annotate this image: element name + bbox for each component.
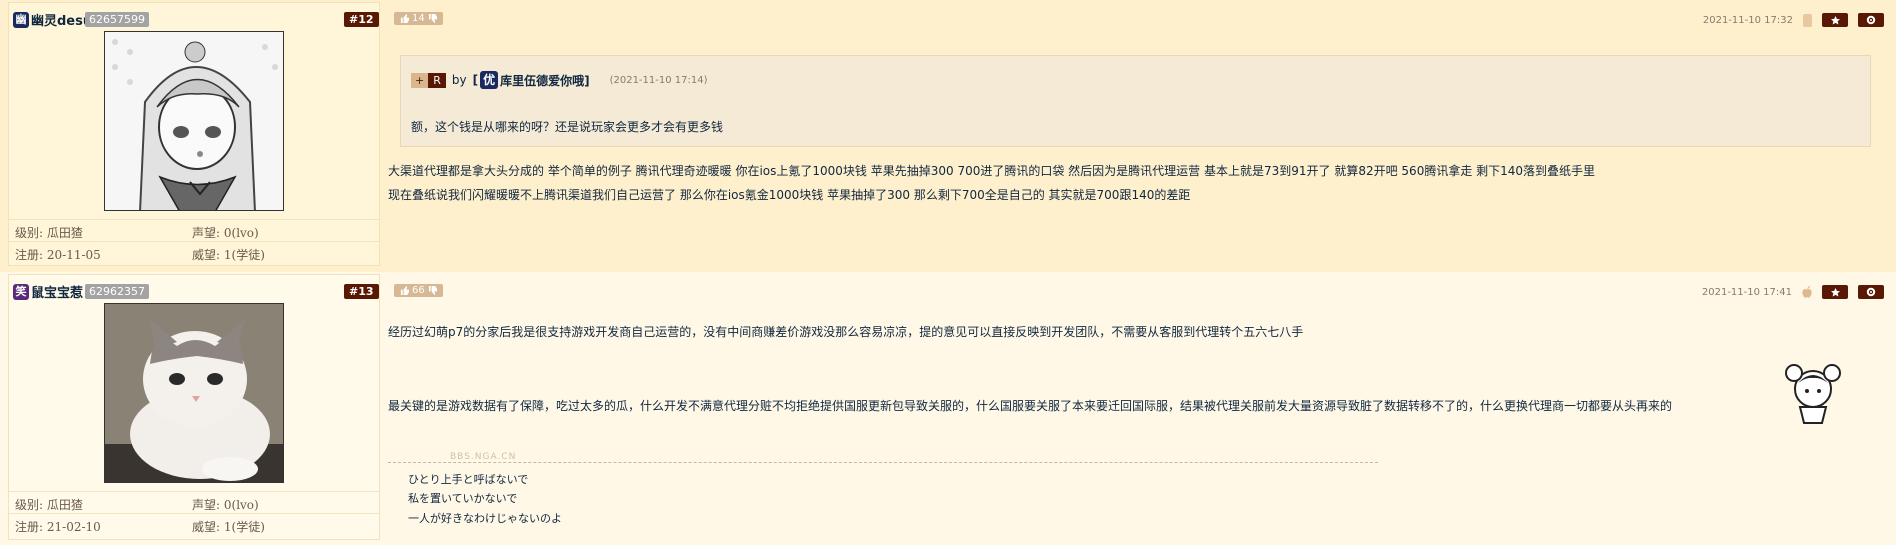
post-body-line: 经历过幻萌p7的分家后我是很支持游戏开发商自己运营的，没有中间商赚差价游戏没那么… xyxy=(388,325,1304,339)
signature-line: ひとり上手と呼ばないで xyxy=(408,473,529,486)
username-link[interactable]: 幽 幽灵desu xyxy=(13,10,92,29)
quoted-user-link[interactable]: [ 优 库里伍德爱你哦] xyxy=(473,71,590,89)
level-label: 级别: xyxy=(15,226,44,240)
post-12: 幽 幽灵desu 62657599 #12 级别: 瓜田猹 声望: 0(lvo)… xyxy=(0,0,1896,272)
upvote-button[interactable]: 66 xyxy=(394,284,443,297)
thumb-up-icon xyxy=(400,14,409,23)
post-content: 66 2021-11-10 17:41 经历过幻萌p7的分家后我是很支持游戏开发… xyxy=(388,272,1896,545)
user-id-badge[interactable]: 62657599 xyxy=(85,12,149,27)
level-value: 瓜田猹 xyxy=(46,226,83,240)
quoted-username[interactable]: 库里伍德爱你哦] xyxy=(500,72,590,89)
post-body-line: 大渠道代理都是拿大头分成的 举个简单的例子 腾讯代理奇迹暖暖 你在ios上氪了1… xyxy=(388,164,1596,178)
favorite-button[interactable] xyxy=(1822,285,1848,299)
thumb-down-icon xyxy=(428,14,437,23)
user-id-badge[interactable]: 62962357 xyxy=(85,284,149,299)
settings-button[interactable] xyxy=(1858,285,1884,299)
post-body-line: 现在叠纸说我们闪耀暖暖不上腾讯渠道我们自己运营了 那么你在ios氪金1000块钱… xyxy=(388,188,1191,202)
signature-line: 一人が好きなわけじゃないのよ xyxy=(408,512,562,525)
user-stats: 级别: 瓜田猹 声望: 0(lvo) 注册: 20-11-05 威望: 1(学徒… xyxy=(9,219,379,263)
quote-header: + R by [ 优 库里伍德爱你哦] (2021-11-10 17:14) xyxy=(411,71,708,89)
reg-value: 20-11-05 xyxy=(46,248,101,262)
thumb-up-icon xyxy=(400,286,409,295)
level-value: 瓜田猹 xyxy=(46,498,83,512)
avatar-cat-image xyxy=(105,304,283,482)
reg-label: 注册: xyxy=(15,248,44,262)
prestige-label: 威望: xyxy=(192,248,221,262)
post-meta: 2021-11-10 17:41 xyxy=(1702,285,1884,299)
signature-line: 私を置いていかないで xyxy=(408,492,518,505)
username-link[interactable]: 笑 鼠宝宝惹 xyxy=(13,282,83,301)
quoted-bracket: [ xyxy=(472,73,479,87)
post-content: 14 2021-11-10 17:32 + R by [ 优 库里伍德爱你哦] … xyxy=(388,0,1896,272)
favorite-button[interactable] xyxy=(1822,13,1848,27)
star-icon xyxy=(1830,15,1840,24)
post-time: 2021-11-10 17:32 xyxy=(1702,14,1793,26)
gear-icon xyxy=(1866,15,1876,25)
quoted-user-badge: 优 xyxy=(480,71,499,89)
quote-time: (2021-11-10 17:14) xyxy=(609,74,708,86)
upvote-button[interactable]: 14 xyxy=(394,12,443,25)
settings-button[interactable] xyxy=(1858,13,1884,27)
sticker-chibi-image xyxy=(1785,364,1841,424)
prestige-value: 1(学徒) xyxy=(223,248,265,262)
apple-device-icon xyxy=(1802,286,1812,298)
user-badge-icon: 幽 xyxy=(13,11,29,28)
fame-label: 声望: xyxy=(192,226,221,240)
quote-block: + R by [ 优 库里伍德爱你哦] (2021-11-10 17:14) 额… xyxy=(400,55,1871,147)
floor-number[interactable]: #13 xyxy=(344,284,379,299)
device-icon xyxy=(1803,13,1812,27)
post-meta: 2021-11-10 17:32 xyxy=(1703,13,1884,27)
prestige-label: 威望: xyxy=(192,520,221,534)
prestige-value: 1(学徒) xyxy=(223,520,265,534)
vote-count: 14 xyxy=(412,13,425,24)
watermark-text: BBS.NGA.CN xyxy=(450,452,517,462)
avatar-anime-girl-image xyxy=(105,32,283,210)
vote-count: 66 xyxy=(412,285,425,296)
fame-value: 0(lvo) xyxy=(223,226,259,240)
floor-number[interactable]: #12 xyxy=(344,12,379,27)
user-badge-icon: 笑 xyxy=(13,283,29,300)
reg-label: 注册: xyxy=(15,520,44,534)
post-13: 笑 鼠宝宝惹 62962357 #13 级别: 瓜田猹 声望: 0(lvo) 注… xyxy=(0,272,1896,545)
username[interactable]: 鼠宝宝惹 xyxy=(31,282,83,301)
star-icon xyxy=(1830,287,1840,296)
thumb-down-icon xyxy=(428,286,437,295)
user-panel: 幽 幽灵desu 62657599 #12 级别: 瓜田猹 声望: 0(lvo)… xyxy=(8,2,380,266)
signature-divider xyxy=(388,462,1378,463)
reg-value: 21-02-10 xyxy=(46,520,101,534)
user-stats: 级别: 瓜田猹 声望: 0(lvo) 注册: 21-02-10 威望: 1(学徒… xyxy=(9,491,379,535)
user-panel: 笑 鼠宝宝惹 62962357 #13 级别: 瓜田猹 声望: 0(lvo) 注… xyxy=(8,274,380,540)
fame-value: 0(lvo) xyxy=(223,498,259,512)
reply-badge[interactable]: R xyxy=(428,72,446,88)
avatar[interactable] xyxy=(104,31,284,211)
gear-icon xyxy=(1866,287,1876,297)
quote-expand-button[interactable]: + xyxy=(411,72,429,88)
fame-label: 声望: xyxy=(192,498,221,512)
quote-text: 额，这个钱是从哪来的呀？还是说玩家会更多才会有更多钱 xyxy=(411,120,724,134)
post-time: 2021-11-10 17:41 xyxy=(1701,286,1792,298)
level-label: 级别: xyxy=(15,498,44,512)
avatar[interactable] xyxy=(104,303,284,483)
quote-by-label: by xyxy=(451,73,467,87)
username[interactable]: 幽灵desu xyxy=(31,10,92,29)
post-body-line: 最关键的是游戏数据有了保障，吃过太多的瓜，什么开发不满意代理分赃不均拒绝提供国服… xyxy=(388,399,1673,413)
